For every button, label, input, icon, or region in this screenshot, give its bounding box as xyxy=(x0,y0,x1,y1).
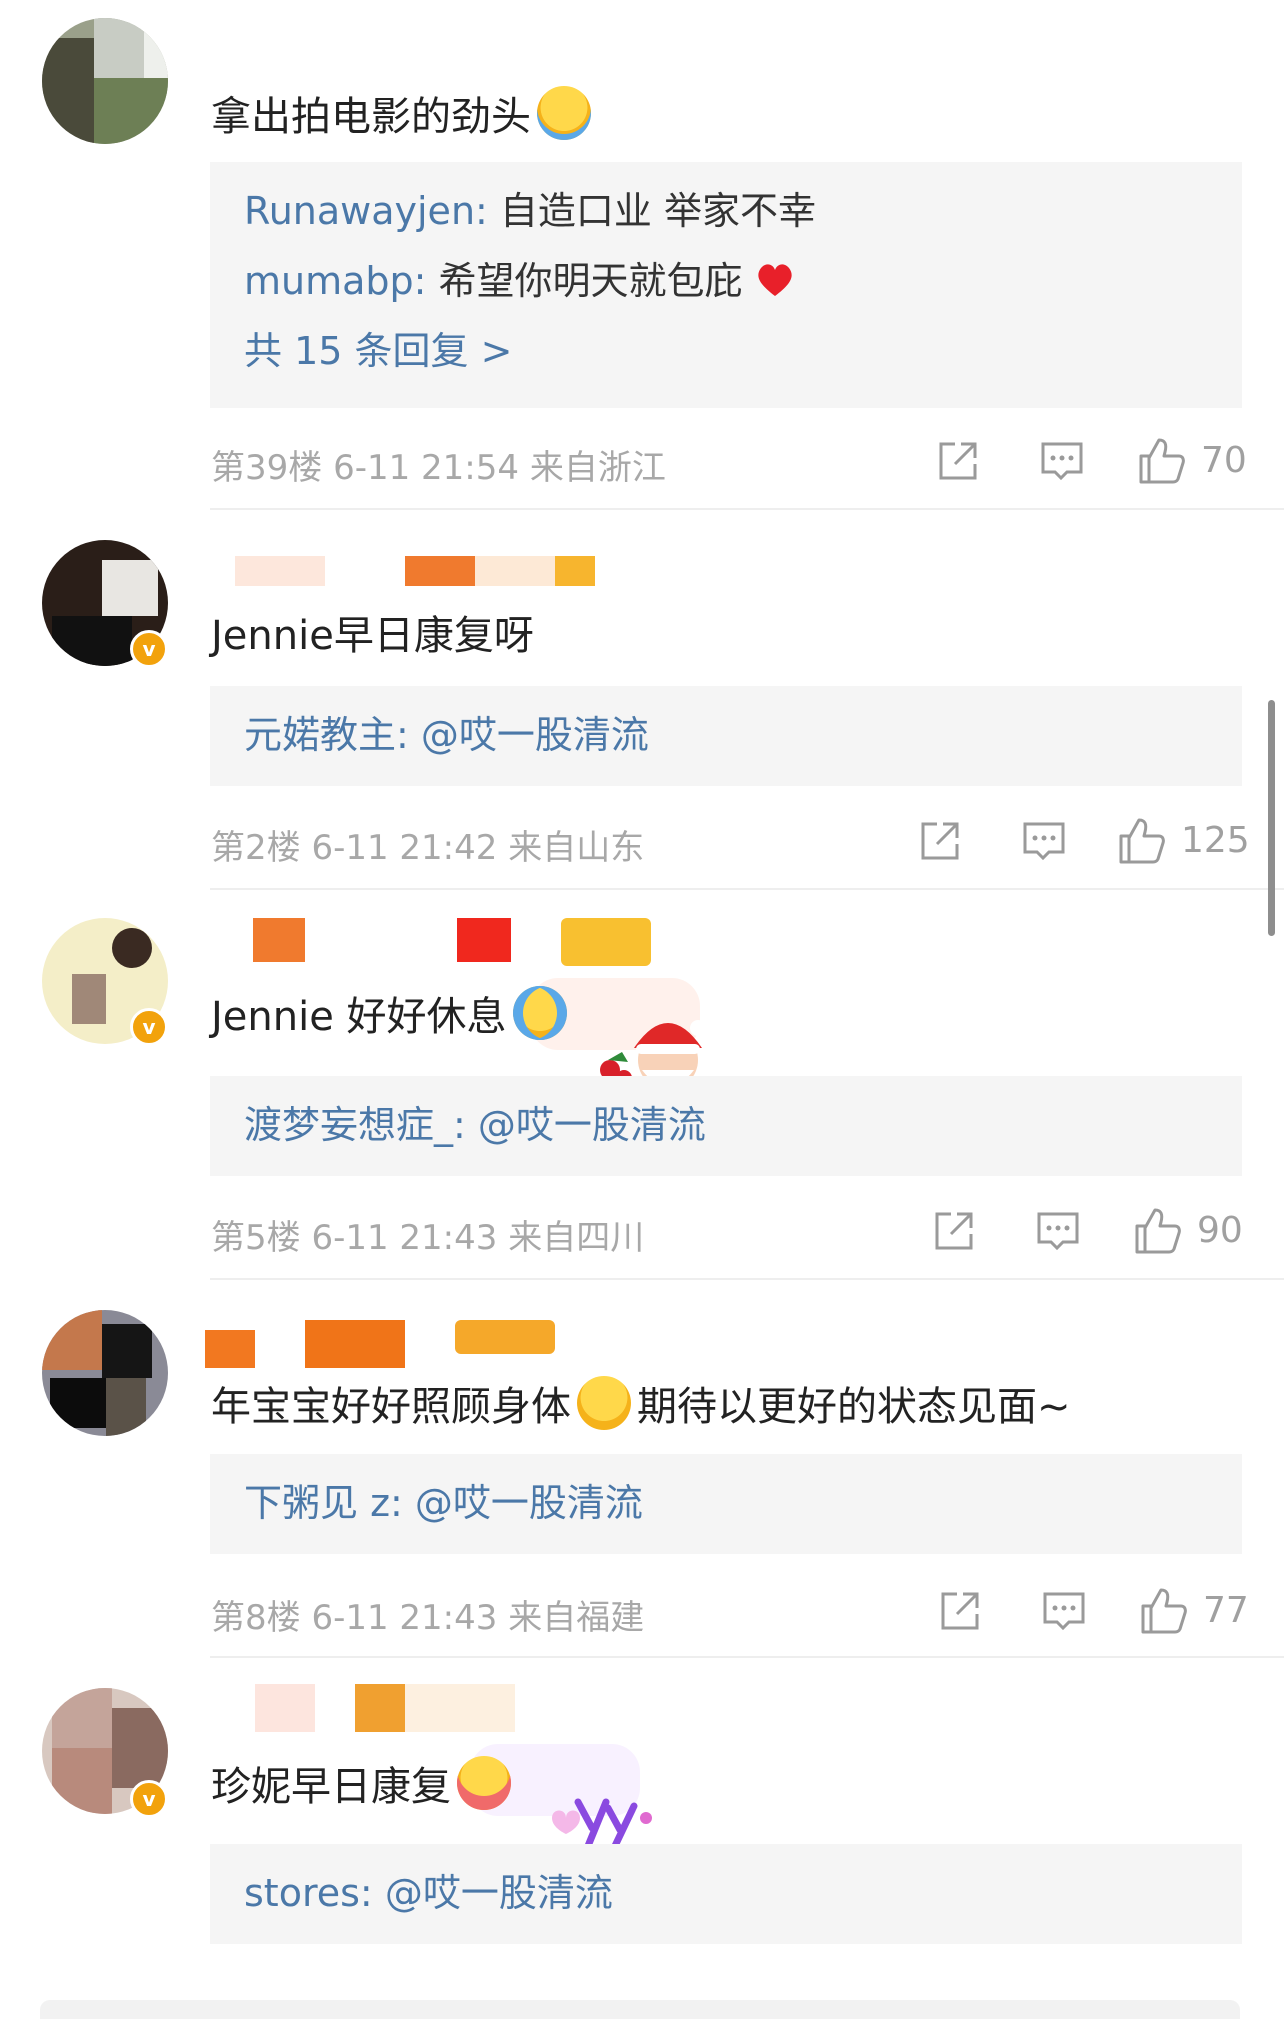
reply-username[interactable]: Runawayjen xyxy=(244,189,475,233)
comment-meta: 第8楼 6-11 21:43 来自福建 77 xyxy=(211,1580,1249,1640)
reply-box[interactable]: 下粥见 z: @哎一股清流 xyxy=(210,1454,1242,1554)
share-icon[interactable] xyxy=(915,816,965,866)
comment-icon[interactable] xyxy=(1039,1586,1089,1636)
heart-icon xyxy=(758,264,792,296)
view-more-replies-link[interactable]: 共 15 条回复 > xyxy=(244,316,1208,386)
reply-box[interactable]: stores: @哎一股清流 xyxy=(210,1844,1242,1944)
like-count: 90 xyxy=(1197,1210,1243,1251)
username-blurred[interactable] xyxy=(205,1684,565,1732)
username-blurred[interactable] xyxy=(205,1320,565,1368)
floor-time-location: 第39楼 6-11 21:54 来自浙江 xyxy=(211,448,666,488)
reply-username[interactable]: mumabp xyxy=(244,259,414,303)
verified-badge-icon: v xyxy=(130,630,168,668)
bottom-input-bar[interactable] xyxy=(40,2000,1240,2019)
like-count: 70 xyxy=(1201,440,1247,481)
laughing-tears-emoji-icon xyxy=(537,86,591,140)
divider xyxy=(210,888,1284,890)
comment-text: 年宝宝好好照顾身体 期待以更好的状态见面~ xyxy=(211,1376,1071,1435)
comment-icon[interactable] xyxy=(1037,436,1087,486)
reply-text: 希望你明天就包庇 xyxy=(438,259,743,303)
divider xyxy=(210,508,1284,510)
pleading-emoji-icon xyxy=(577,1376,631,1430)
floor-time-location: 第8楼 6-11 21:43 来自福建 xyxy=(211,1598,645,1638)
username-blurred[interactable] xyxy=(205,550,605,594)
reply-line[interactable]: mumabp: 希望你明天就包庇 xyxy=(244,246,1208,316)
comment-meta: 第2楼 6-11 21:42 来自山东 125 xyxy=(211,810,1250,870)
comment-text: Jennie早日康复呀 xyxy=(211,613,534,659)
share-icon[interactable] xyxy=(929,1206,979,1256)
comment-text: 珍妮早日康复 xyxy=(211,1756,511,1815)
comment-meta: 第39楼 6-11 21:54 来自浙江 70 xyxy=(211,430,1247,490)
verified-badge-icon: v xyxy=(130,1780,168,1818)
crying-emoji-icon xyxy=(512,986,567,1040)
comment-meta: 第5楼 6-11 21:43 来自四川 90 xyxy=(211,1200,1243,1260)
comment-text: Jennie 好好休息 xyxy=(211,986,567,1045)
reply-line[interactable]: 下粥见 z: @哎一股清流 xyxy=(244,1468,1208,1538)
reply-box[interactable]: 元婼教主: @哎一股清流 xyxy=(210,686,1242,786)
thumbs-up-icon[interactable] xyxy=(1133,1206,1183,1256)
comment-icon[interactable] xyxy=(1019,816,1069,866)
username-blurred[interactable] xyxy=(205,918,665,966)
divider xyxy=(210,1278,1284,1280)
avatar[interactable] xyxy=(42,18,168,144)
reply-line[interactable]: stores: @哎一股清流 xyxy=(244,1858,1208,1928)
reply-username[interactable]: stores xyxy=(244,1871,360,1915)
reply-username[interactable]: 下粥见 z xyxy=(244,1481,390,1525)
divider xyxy=(210,1656,1284,1658)
reply-username[interactable]: 渡梦妄想症_ xyxy=(244,1103,453,1147)
reply-text: 自造口业 举家不幸 xyxy=(499,189,817,233)
reply-line[interactable]: Runawayjen: 自造口业 举家不幸 xyxy=(244,176,1208,246)
reply-username[interactable]: 元婼教主 xyxy=(244,713,396,757)
reply-mention[interactable]: @哎一股清流 xyxy=(421,713,649,757)
comment-text: 拿出拍电影的劲头 xyxy=(211,86,591,145)
share-icon[interactable] xyxy=(935,1586,985,1636)
like-count: 125 xyxy=(1181,820,1250,861)
share-icon[interactable] xyxy=(933,436,983,486)
verified-badge-icon: v xyxy=(130,1008,168,1046)
like-count: 77 xyxy=(1203,1590,1249,1631)
hugging-emoji-icon xyxy=(457,1756,511,1810)
reply-line[interactable]: 元婼教主: @哎一股清流 xyxy=(244,700,1208,770)
reply-mention[interactable]: @哎一股清流 xyxy=(478,1103,706,1147)
reply-line[interactable]: 渡梦妄想症_: @哎一股清流 xyxy=(244,1090,1208,1160)
reply-box[interactable]: 渡梦妄想症_: @哎一股清流 xyxy=(210,1076,1242,1176)
comment-icon[interactable] xyxy=(1033,1206,1083,1256)
floor-time-location: 第2楼 6-11 21:42 来自山东 xyxy=(211,828,645,868)
thumbs-up-icon[interactable] xyxy=(1117,816,1167,866)
thumbs-up-icon[interactable] xyxy=(1137,436,1187,486)
thumbs-up-icon[interactable] xyxy=(1139,1586,1189,1636)
reply-box[interactable]: Runawayjen: 自造口业 举家不幸 mumabp: 希望你明天就包庇 共… xyxy=(210,162,1242,408)
avatar[interactable] xyxy=(42,1310,168,1436)
reply-mention[interactable]: @哎一股清流 xyxy=(415,1481,643,1525)
reply-mention[interactable]: @哎一股清流 xyxy=(385,1871,613,1915)
floor-time-location: 第5楼 6-11 21:43 来自四川 xyxy=(211,1218,645,1258)
scrollbar[interactable] xyxy=(1268,700,1275,936)
